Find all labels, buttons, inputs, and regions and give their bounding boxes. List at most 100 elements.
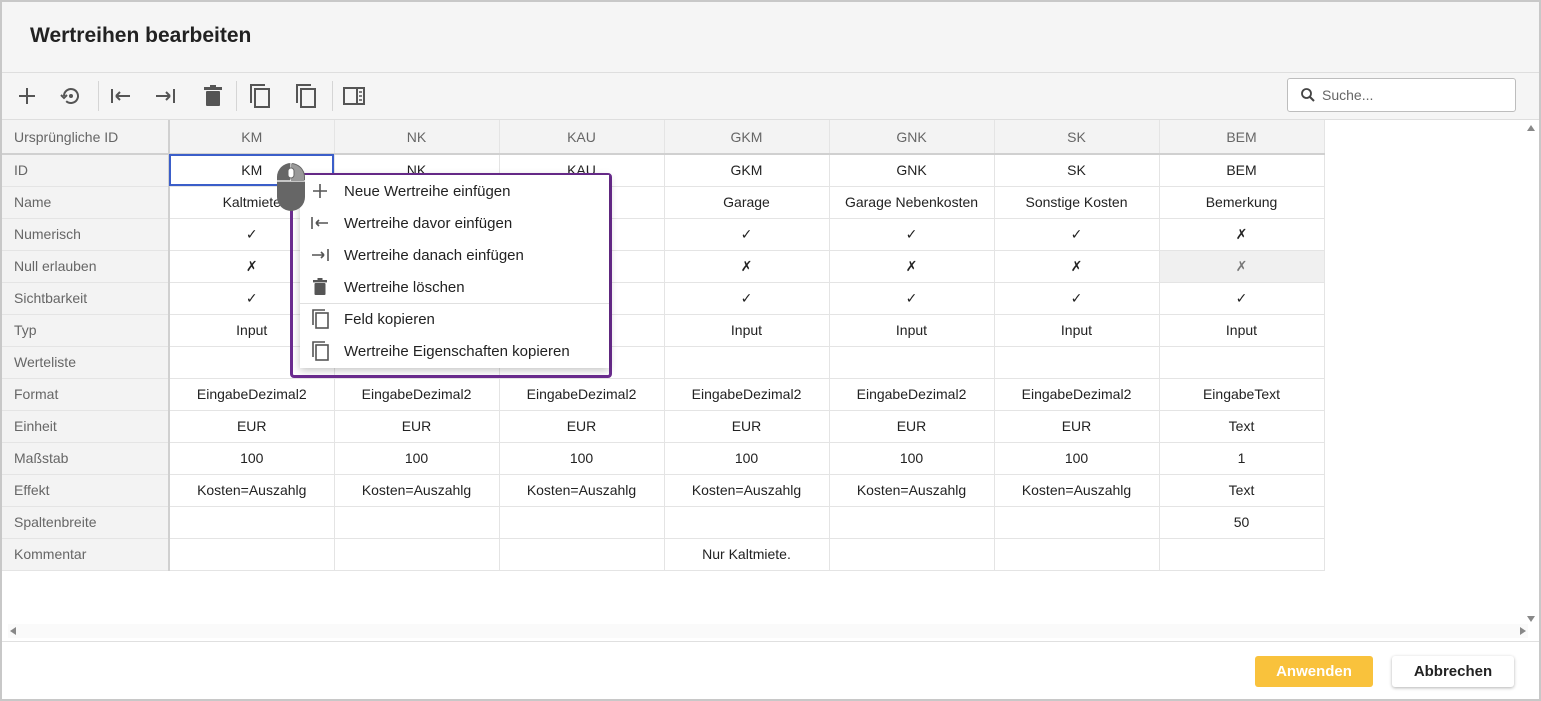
menu-item-insert-before[interactable]: Wertreihe davor einfügen <box>300 207 609 239</box>
grid-cell[interactable]: Input <box>994 314 1160 347</box>
grid-cell[interactable]: EUR <box>334 410 500 443</box>
grid-cell[interactable]: 50 <box>1159 506 1325 539</box>
grid-cell[interactable]: ✗ <box>829 250 995 283</box>
grid-cell[interactable]: Kosten=Auszahlg <box>829 474 995 507</box>
insert-after-button[interactable] <box>148 79 182 113</box>
grid-cell[interactable]: Kosten=Auszahlg <box>664 474 830 507</box>
column-header[interactable]: NK <box>334 120 500 155</box>
grid-cell[interactable]: EUR <box>499 410 665 443</box>
table-row: Spaltenbreite 50 <box>2 506 1325 539</box>
search-box[interactable] <box>1287 78 1516 112</box>
grid-cell[interactable]: ✗ <box>664 250 830 283</box>
menu-item-insert-after[interactable]: Wertreihe danach einfügen <box>300 239 609 271</box>
grid-cell[interactable]: EingabeDezimal2 <box>169 378 335 411</box>
grid-cell[interactable]: SK <box>994 154 1160 187</box>
insert-before-button[interactable] <box>104 79 138 113</box>
grid-cell[interactable]: ✗ <box>1159 218 1325 251</box>
grid-cell[interactable]: EingabeDezimal2 <box>334 378 500 411</box>
grid-cell[interactable] <box>829 346 995 379</box>
copy-properties-button[interactable] <box>289 79 323 113</box>
grid-cell[interactable] <box>499 506 665 539</box>
horizontal-scrollbar[interactable] <box>8 624 1528 638</box>
grid-cell[interactable]: Kosten=Auszahlg <box>169 474 335 507</box>
grid-cell[interactable] <box>334 538 500 571</box>
grid-cell[interactable]: 100 <box>664 442 830 475</box>
grid-cell[interactable] <box>829 538 995 571</box>
plus-icon <box>19 88 35 104</box>
menu-item-copy-properties[interactable]: Wertreihe Eigenschaften kopieren <box>300 335 609 367</box>
grid-cell[interactable] <box>829 506 995 539</box>
grid-cell[interactable]: 1 <box>1159 442 1325 475</box>
grid-cell[interactable]: ✗ <box>994 250 1160 283</box>
menu-item-new-series[interactable]: Neue Wertreihe einfügen <box>300 175 609 207</box>
grid-cell[interactable]: 100 <box>499 442 665 475</box>
grid-cell[interactable]: EUR <box>169 410 335 443</box>
grid-cell[interactable]: EingabeDezimal2 <box>499 378 665 411</box>
cancel-button[interactable]: Abbrechen <box>1392 656 1514 687</box>
grid-cell[interactable]: EingabeDezimal2 <box>664 378 830 411</box>
grid-cell[interactable]: ✓ <box>829 282 995 315</box>
grid-cell[interactable]: Input <box>1159 314 1325 347</box>
column-header[interactable]: SK <box>994 120 1160 155</box>
grid-cell[interactable]: Garage Nebenkosten <box>829 186 995 219</box>
copy-field-button[interactable] <box>243 79 277 113</box>
grid-cell[interactable]: Text <box>1159 410 1325 443</box>
grid-cell[interactable]: GKM <box>664 154 830 187</box>
grid-cell[interactable]: GNK <box>829 154 995 187</box>
search-input[interactable] <box>1320 86 1504 104</box>
grid-cell[interactable] <box>994 538 1160 571</box>
grid-cell[interactable]: ✓ <box>1159 282 1325 315</box>
grid-cell[interactable]: Input <box>664 314 830 347</box>
vertical-scrollbar[interactable] <box>1525 122 1537 627</box>
grid-cell[interactable] <box>1159 538 1325 571</box>
grid-cell[interactable]: EingabeText <box>1159 378 1325 411</box>
grid-cell[interactable] <box>1159 346 1325 379</box>
grid-cell[interactable] <box>334 506 500 539</box>
add-series-button[interactable] <box>10 79 44 113</box>
grid-cell[interactable] <box>499 538 665 571</box>
column-header[interactable]: KM <box>169 120 335 155</box>
grid-cell[interactable] <box>169 506 335 539</box>
column-header[interactable]: BEM <box>1159 120 1325 155</box>
grid-cell[interactable]: ✓ <box>994 218 1160 251</box>
grid-cell[interactable]: BEM <box>1159 154 1325 187</box>
column-header[interactable]: GKM <box>664 120 830 155</box>
grid-cell[interactable]: 100 <box>334 442 500 475</box>
grid-cell[interactable]: Bemerkung <box>1159 186 1325 219</box>
apply-button[interactable]: Anwenden <box>1255 656 1373 687</box>
grid-cell[interactable]: EUR <box>664 410 830 443</box>
grid-cell[interactable]: Sonstige Kosten <box>994 186 1160 219</box>
grid-cell[interactable]: EingabeDezimal2 <box>829 378 995 411</box>
grid-cell[interactable]: Input <box>829 314 995 347</box>
grid-cell[interactable]: Text <box>1159 474 1325 507</box>
grid-cell[interactable] <box>169 538 335 571</box>
reset-button[interactable] <box>54 79 88 113</box>
grid-cell[interactable]: EingabeDezimal2 <box>994 378 1160 411</box>
menu-item-copy-field[interactable]: Feld kopieren <box>300 303 609 335</box>
delete-button[interactable] <box>196 79 230 113</box>
grid-cell[interactable]: Kosten=Auszahlg <box>334 474 500 507</box>
grid-cell[interactable]: ✓ <box>829 218 995 251</box>
grid-cell[interactable]: Garage <box>664 186 830 219</box>
grid-cell[interactable]: EUR <box>994 410 1160 443</box>
grid-cell[interactable]: ✗ <box>1159 250 1325 283</box>
panel-toggle-button[interactable] <box>337 79 371 113</box>
grid-cell[interactable] <box>994 346 1160 379</box>
grid-cell[interactable]: 100 <box>169 442 335 475</box>
menu-item-delete-series[interactable]: Wertreihe löschen <box>300 271 609 303</box>
grid-cell[interactable]: 100 <box>994 442 1160 475</box>
column-header[interactable]: KAU <box>499 120 665 155</box>
grid-cell[interactable]: Kosten=Auszahlg <box>994 474 1160 507</box>
grid-cell[interactable]: EUR <box>829 410 995 443</box>
grid-cell[interactable]: ✓ <box>994 282 1160 315</box>
grid-cell[interactable] <box>994 506 1160 539</box>
grid-cell[interactable]: ✓ <box>664 282 830 315</box>
grid-cell[interactable] <box>664 346 830 379</box>
grid-cell[interactable]: 100 <box>829 442 995 475</box>
table-row: Name Kaltmiete Garage Garage Nebenkosten Son… <box>2 186 1325 219</box>
grid-cell[interactable]: Nur Kaltmiete. <box>664 538 830 571</box>
column-header[interactable]: GNK <box>829 120 995 155</box>
grid-cell[interactable] <box>664 506 830 539</box>
grid-cell[interactable]: Kosten=Auszahlg <box>499 474 665 507</box>
grid-cell[interactable]: ✓ <box>664 218 830 251</box>
